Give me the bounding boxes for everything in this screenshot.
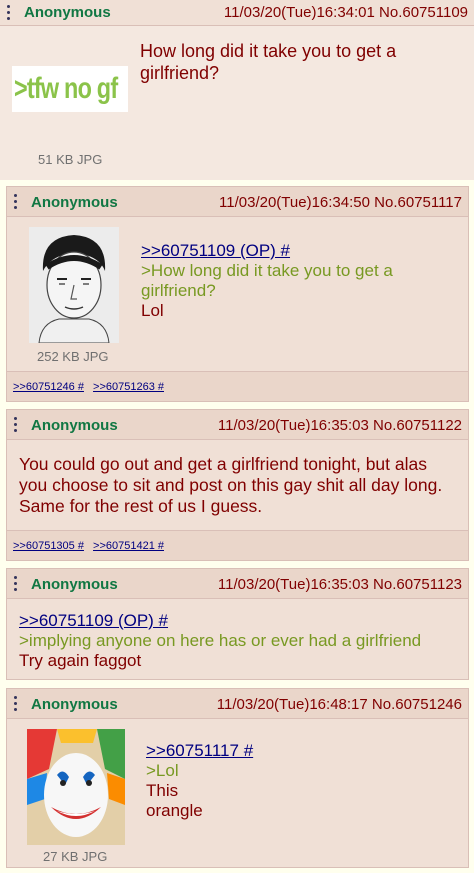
post-datetime: 11/03/20(Tue)16:48:17: [216, 696, 368, 713]
post-header: Anonymous 11/03/20(Tue)16:35:03 No.60751…: [7, 410, 468, 440]
post-datetime: 11/03/20(Tue)16:34:50: [219, 194, 370, 211]
post-message: >>60751109 (OP) # >How long did it take …: [141, 241, 441, 321]
quote-link[interactable]: >>60751109 (OP) #: [141, 241, 441, 261]
post-60751122: Anonymous 11/03/20(Tue)16:35:03 No.60751…: [6, 409, 469, 561]
post-datetime: 11/03/20(Tue)16:35:03: [217, 576, 369, 593]
menu-icon[interactable]: [14, 417, 18, 435]
message-text: Try again faggot: [19, 651, 142, 670]
backlink[interactable]: >>60751263 #: [93, 381, 164, 393]
menu-icon[interactable]: [14, 194, 18, 212]
post-number[interactable]: No.60751117: [374, 194, 462, 211]
post-meta[interactable]: 11/03/20(Tue)16:35:03 No.60751123: [218, 576, 462, 593]
post-meta[interactable]: 11/03/20(Tue)16:34:01 No.60751109: [224, 4, 468, 21]
post-number[interactable]: No.60751109: [379, 4, 468, 21]
post-number[interactable]: No.60751123: [373, 576, 462, 593]
backlink[interactable]: >>60751246 #: [13, 381, 84, 393]
file-size[interactable]: 27 KB JPG: [43, 849, 107, 864]
post-60751123: Anonymous 11/03/20(Tue)16:35:03 No.60751…: [6, 568, 469, 680]
menu-icon[interactable]: [14, 576, 18, 594]
post-60751109: Anonymous 11/03/20(Tue)16:34:01 No.60751…: [0, 0, 474, 180]
post-meta[interactable]: 11/03/20(Tue)16:48:17 No.60751246: [217, 696, 462, 713]
post-number[interactable]: No.60751122: [373, 417, 462, 434]
clown-face-icon: [27, 729, 125, 845]
post-60751117: Anonymous 11/03/20(Tue)16:34:50 No.60751…: [6, 186, 469, 402]
post-datetime: 11/03/20(Tue)16:35:03: [217, 417, 369, 434]
post-60751246: Anonymous 11/03/20(Tue)16:48:17 No.60751…: [6, 688, 469, 868]
message-text: orangle: [146, 801, 203, 820]
backlinks-bar: >>60751246 # >>60751263 #: [7, 371, 468, 401]
post-header: Anonymous 11/03/20(Tue)16:34:01 No.60751…: [0, 0, 474, 26]
portrait-sketch-icon: [29, 227, 119, 343]
backlink[interactable]: >>60751305 #: [13, 540, 84, 552]
poster-name: Anonymous: [31, 194, 118, 211]
thumbnail-image[interactable]: [29, 227, 119, 343]
post-number[interactable]: No.60751246: [372, 696, 462, 713]
thumbnail-caption: >tfw no gf: [14, 72, 118, 105]
file-size[interactable]: 252 KB JPG: [37, 349, 109, 364]
backlinks-bar: >>60751305 # >>60751421 #: [7, 530, 468, 560]
post-header: Anonymous 11/03/20(Tue)16:48:17 No.60751…: [7, 689, 468, 719]
post-meta[interactable]: 11/03/20(Tue)16:34:50 No.60751117: [219, 194, 462, 211]
post-message: >>60751117 # >Lol This orangle: [146, 741, 446, 821]
message-text: This: [146, 781, 179, 800]
menu-icon[interactable]: [7, 5, 11, 23]
thumbnail-image[interactable]: >tfw no gf: [12, 66, 128, 112]
menu-icon[interactable]: [14, 696, 18, 714]
greentext-line: >implying anyone on here has or ever had…: [19, 631, 422, 650]
post-message: You could go out and get a girlfriend to…: [19, 454, 443, 516]
poster-name: Anonymous: [31, 576, 118, 593]
post-header: Anonymous 11/03/20(Tue)16:34:50 No.60751…: [7, 187, 468, 217]
quote-link[interactable]: >>60751117 #: [146, 741, 446, 761]
thumbnail-image[interactable]: [27, 729, 125, 845]
backlink[interactable]: >>60751421 #: [93, 540, 164, 552]
poster-name: Anonymous: [31, 696, 118, 713]
greentext-line: >How long did it take you to get a girlf…: [141, 261, 393, 300]
greentext-line: >Lol: [146, 761, 179, 780]
quote-link[interactable]: >>60751109 (OP) #: [19, 611, 459, 631]
poster-name: Anonymous: [31, 417, 118, 434]
message-text: Lol: [141, 301, 164, 320]
poster-name: Anonymous: [24, 4, 111, 21]
post-datetime: 11/03/20(Tue)16:34:01: [223, 4, 375, 21]
post-message: >>60751109 (OP) # >implying anyone on he…: [19, 611, 459, 671]
post-meta[interactable]: 11/03/20(Tue)16:35:03 No.60751122: [218, 417, 462, 434]
post-message: How long did it take you to get a girlfr…: [140, 41, 397, 83]
file-size[interactable]: 51 KB JPG: [38, 152, 102, 167]
post-header: Anonymous 11/03/20(Tue)16:35:03 No.60751…: [7, 569, 468, 599]
